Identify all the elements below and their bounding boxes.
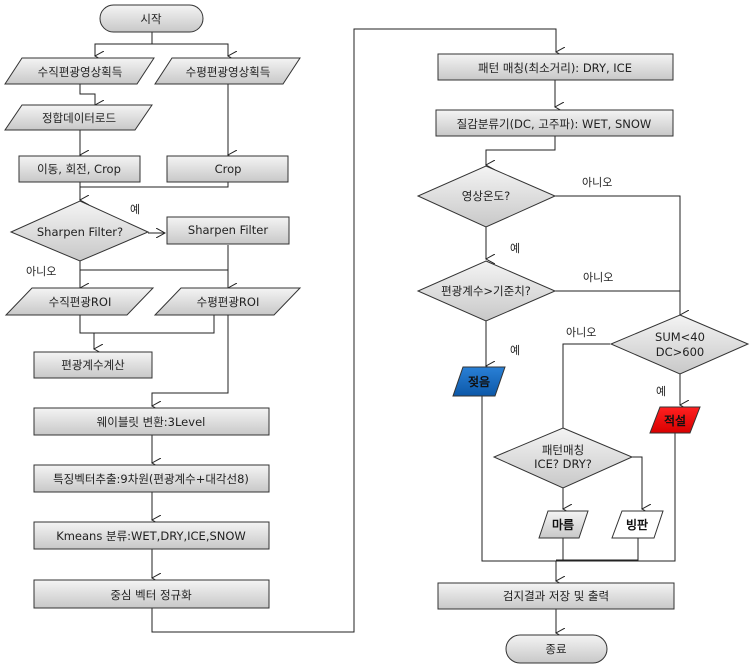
load-registration-label: 정합데이터로드 bbox=[42, 111, 116, 125]
compute-coeff-label: 편광계수계산 bbox=[61, 358, 125, 372]
edge-start-to-vertical bbox=[95, 32, 153, 56]
roi-horizontal-label: 수평편광ROI bbox=[197, 295, 260, 309]
texture-classifier-node: 질감분류기(DC, 고주파): WET, SNOW bbox=[435, 109, 674, 137]
edge-start-to-horizontal bbox=[152, 43, 228, 56]
kmeans-node: Kmeans 분류:WET,DRY,ICE,SNOW bbox=[33, 521, 270, 550]
label-temp-yes: 예 bbox=[510, 242, 520, 255]
edge-temp-no bbox=[553, 195, 680, 315]
normalize-node: 중심 벡터 정규화 bbox=[33, 579, 270, 609]
decision-sum-dc-node: SUM<40 DC>600 bbox=[609, 314, 750, 375]
decision-pattern-node: 패턴매칭 ICE? DRY? bbox=[492, 427, 634, 489]
snow-node: 적설 bbox=[649, 406, 701, 434]
pattern-matching-node: 패턴 매칭(최소거리): DRY, ICE bbox=[437, 53, 674, 81]
feature-extract-label: 특징벡터추출:9차원(편광계수+대각선8) bbox=[53, 472, 249, 486]
roi-horizontal-node: 수평편광ROI bbox=[153, 287, 302, 316]
snow-label: 적설 bbox=[664, 413, 686, 428]
edge-pattern-to-ice bbox=[632, 456, 642, 509]
crop-label: Crop bbox=[215, 162, 242, 176]
end-node: 종료 bbox=[505, 634, 608, 664]
label-sharpen-no: 아니오 bbox=[26, 265, 56, 278]
input-horizontal-label: 수평편광영상획득 bbox=[186, 65, 271, 79]
crop-node: Crop bbox=[166, 155, 289, 183]
compute-coeff-node: 편광계수계산 bbox=[33, 351, 153, 379]
label-coeff-yes: 예 bbox=[510, 344, 520, 357]
dry-node: 마름 bbox=[538, 510, 589, 539]
roi-vertical-node: 수직편광ROI bbox=[4, 287, 155, 316]
move-rotate-crop-label: 이동, 회전, Crop bbox=[37, 162, 121, 176]
normalize-label: 중심 벡터 정규화 bbox=[110, 588, 192, 602]
decision-sharpen-label: Sharpen Filter? bbox=[37, 225, 123, 239]
input-horizontal-node: 수평편광영상획득 bbox=[154, 57, 301, 85]
end-label: 종료 bbox=[545, 642, 566, 656]
edge-crop-merge bbox=[80, 182, 229, 188]
roi-vertical-label: 수직편광ROI bbox=[49, 295, 112, 309]
label-sum-no: 아니오 bbox=[566, 326, 596, 339]
edge-ice-merge bbox=[556, 537, 639, 561]
ice-label: 빙판 bbox=[626, 517, 648, 532]
sharpen-filter-node: Sharpen Filter bbox=[166, 216, 290, 245]
move-rotate-crop-node: 이동, 회전, Crop bbox=[18, 155, 141, 183]
edge-roi-merge bbox=[79, 315, 215, 334]
wet-node: 젖음 bbox=[452, 366, 506, 397]
decision-temperature-node: 영상온도? bbox=[416, 165, 557, 228]
load-registration-node: 정합데이터로드 bbox=[4, 104, 153, 131]
decision-sum-label: SUM<40 bbox=[655, 330, 705, 344]
decision-sharpen-node: Sharpen Filter? bbox=[9, 200, 150, 262]
flowchart: 시작 수직편광영상획득 수평편광영상획득 정합데이터로드 이동, 회전, Cro… bbox=[4, 4, 750, 664]
edge-texture-to-temp bbox=[486, 136, 556, 165]
label-coeff-no: 아니오 bbox=[583, 271, 613, 284]
label-sharpen-yes: 예 bbox=[130, 203, 140, 216]
decision-pattern-line2: ICE? DRY? bbox=[534, 457, 592, 471]
label-temp-no: 아니오 bbox=[582, 176, 612, 189]
ice-node: 빙판 bbox=[611, 510, 664, 539]
sharpen-filter-label: Sharpen Filter bbox=[188, 223, 268, 237]
dry-label: 마름 bbox=[552, 517, 574, 532]
pattern-matching-label: 패턴 매칭(최소거리): DRY, ICE bbox=[478, 61, 632, 75]
start-label: 시작 bbox=[140, 12, 162, 26]
feature-extract-node: 특징벡터추출:9차원(편광계수+대각선8) bbox=[33, 464, 270, 493]
kmeans-label: Kmeans 분류:WET,DRY,ICE,SNOW bbox=[56, 529, 246, 543]
label-sum-yes: 예 bbox=[656, 385, 666, 398]
edge-to-wavelet bbox=[152, 315, 229, 406]
start-node: 시작 bbox=[99, 4, 204, 33]
decision-coeff-node: 편광계수>기준치? bbox=[416, 260, 557, 322]
save-output-node: 검지결과 저장 및 출력 bbox=[437, 582, 675, 610]
decision-coeff-label: 편광계수>기준치? bbox=[441, 284, 531, 298]
input-vertical-node: 수직편광영상획득 bbox=[4, 57, 155, 85]
decision-pattern-line1: 패턴매칭 bbox=[542, 443, 584, 457]
wet-label: 젖음 bbox=[468, 374, 490, 389]
edge-vertical-to-load bbox=[79, 84, 95, 105]
save-output-label: 검지결과 저장 및 출력 bbox=[503, 589, 609, 603]
decision-temperature-label: 영상온도? bbox=[462, 189, 510, 203]
wavelet-node: 웨이블릿 변환:3Level bbox=[33, 407, 270, 436]
decision-dc-label: DC>600 bbox=[656, 345, 704, 359]
texture-classifier-label: 질감분류기(DC, 고주파): WET, SNOW bbox=[457, 117, 652, 131]
wavelet-label: 웨이블릿 변환:3Level bbox=[97, 415, 206, 429]
input-vertical-label: 수직편광영상획득 bbox=[38, 65, 123, 79]
